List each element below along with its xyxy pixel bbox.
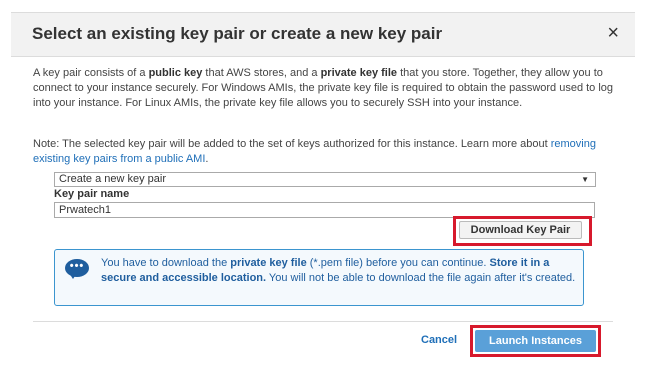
download-key-pair-button[interactable]: Download Key Pair [459, 221, 582, 239]
key-pair-name-label: Key pair name [54, 188, 130, 200]
key-pair-dialog: Select an existing key pair or create a … [11, 12, 635, 366]
info-message: ••• You have to download the private key… [54, 249, 584, 306]
cancel-button[interactable]: Cancel [421, 334, 457, 346]
footer-divider [33, 321, 613, 322]
dialog-title: Select an existing key pair or create a … [32, 24, 443, 43]
chat-bubble-icon: ••• [65, 259, 89, 279]
launch-instances-button[interactable]: Launch Instances [475, 330, 596, 352]
close-icon[interactable]: × [607, 23, 619, 43]
key-pair-option-select[interactable]: Create a new key pair ▼ [54, 172, 596, 187]
download-highlight: Download Key Pair [453, 216, 592, 246]
info-text: You have to download the private key fil… [101, 257, 576, 284]
intro-paragraph: A key pair consists of a public key that… [33, 67, 614, 109]
chevron-down-icon: ▼ [581, 175, 589, 184]
note-paragraph: Note: The selected key pair will be adde… [33, 138, 596, 165]
launch-highlight: Launch Instances [470, 325, 601, 357]
dialog-header: Select an existing key pair or create a … [11, 12, 635, 57]
